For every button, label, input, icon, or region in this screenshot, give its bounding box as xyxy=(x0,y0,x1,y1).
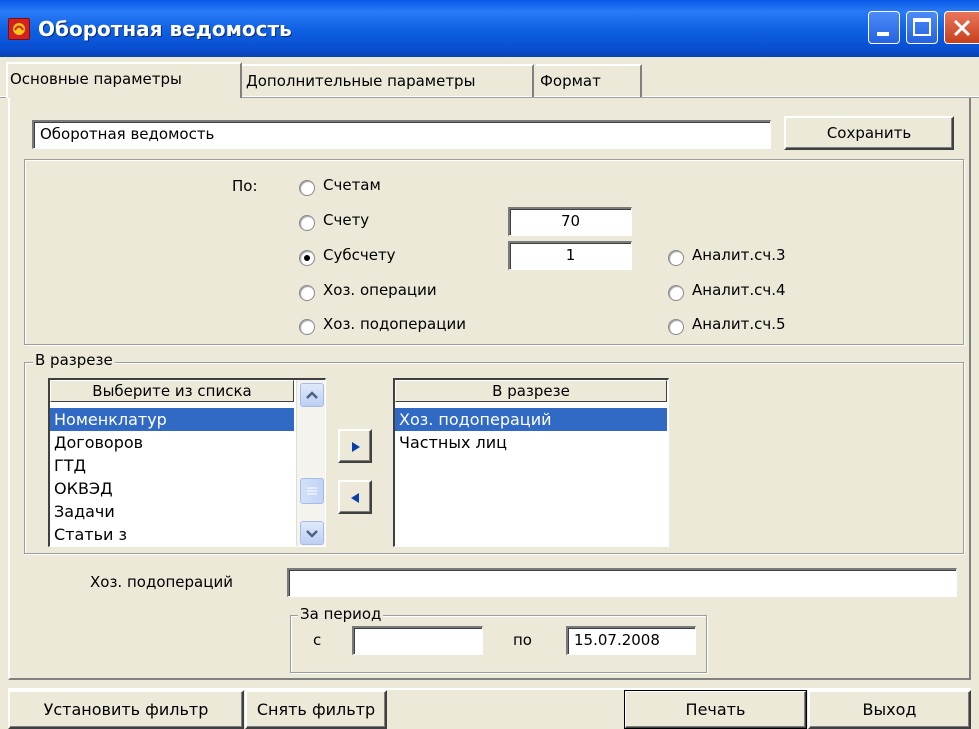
print-button[interactable]: Печать xyxy=(624,690,807,729)
exit-button[interactable]: Выход xyxy=(808,690,971,729)
list-item[interactable]: Хоз. подопераций xyxy=(395,408,667,431)
subaccount-input[interactable]: 1 xyxy=(508,241,632,270)
radio-accounts-label[interactable]: Счетам xyxy=(323,176,381,194)
available-list[interactable]: Выберите из списка Номенклатур Договоров… xyxy=(48,378,326,547)
arrow-left-icon xyxy=(351,493,359,503)
window-title: Оборотная ведомость xyxy=(38,17,292,41)
period-to-label: по xyxy=(513,631,532,649)
by-group xyxy=(24,159,964,345)
grip-icon xyxy=(307,487,317,495)
remove-from-breakdown-button[interactable] xyxy=(338,480,372,514)
tab-format[interactable]: Формат xyxy=(536,64,642,97)
period-from-label: с xyxy=(313,631,322,649)
scroll-down-button[interactable] xyxy=(300,521,324,545)
filter-input[interactable] xyxy=(287,568,957,597)
maximize-icon xyxy=(913,18,931,36)
tab-additional-params[interactable]: Дополнительные параметры xyxy=(242,64,534,97)
radio-analytic-3-label[interactable]: Аналит.сч.3 xyxy=(692,246,786,264)
list-item[interactable]: Частных лиц xyxy=(395,431,667,454)
radio-account-label[interactable]: Счету xyxy=(323,211,369,229)
list-item[interactable]: Номенклатур xyxy=(50,408,294,431)
radio-analytic-4-label[interactable]: Аналит.сч.4 xyxy=(692,281,786,299)
list-item[interactable]: ГТД xyxy=(50,454,294,477)
radio-accounts[interactable] xyxy=(299,180,315,196)
available-items: Номенклатур Договоров ГТД ОКВЭД Задачи С… xyxy=(50,408,294,546)
breakdown-list-header[interactable]: В разрезе xyxy=(395,380,667,402)
save-button[interactable]: Сохранить xyxy=(784,116,954,150)
list-item[interactable]: Задачи xyxy=(50,500,294,523)
list-item[interactable]: Статьи з xyxy=(50,523,294,546)
radio-business-operation[interactable] xyxy=(299,285,315,301)
chevron-down-icon xyxy=(306,530,318,538)
scroll-thumb[interactable] xyxy=(300,478,324,504)
radio-account[interactable] xyxy=(299,215,315,231)
account-input[interactable]: 70 xyxy=(508,207,632,236)
radio-business-suboperation[interactable] xyxy=(299,319,315,335)
radio-analytic-4[interactable] xyxy=(668,285,684,301)
list-item[interactable]: Договоров xyxy=(50,431,294,454)
clear-filter-button[interactable]: Снять фильтр xyxy=(245,690,387,729)
by-label: По: xyxy=(232,177,258,195)
chevron-up-icon xyxy=(306,391,318,399)
radio-subaccount[interactable] xyxy=(299,250,315,266)
period-to-input[interactable]: 15.07.2008 xyxy=(566,626,696,655)
period-from-input[interactable] xyxy=(352,626,483,655)
radio-subaccount-label[interactable]: Субсчету xyxy=(323,246,396,264)
add-to-breakdown-button[interactable] xyxy=(338,429,372,463)
radio-analytic-5[interactable] xyxy=(668,319,684,335)
radio-business-operation-label[interactable]: Хоз. операции xyxy=(323,281,437,299)
minimize-icon xyxy=(877,32,889,36)
radio-business-suboperation-label[interactable]: Хоз. подоперации xyxy=(323,315,466,333)
app-icon xyxy=(8,18,30,40)
close-button[interactable] xyxy=(944,11,979,44)
available-list-header[interactable]: Выберите из списка xyxy=(50,380,294,402)
maximize-button[interactable] xyxy=(906,11,938,44)
breakdown-items: Хоз. подопераций Частных лиц xyxy=(395,408,667,454)
arrow-right-icon xyxy=(352,442,360,452)
set-filter-button[interactable]: Установить фильтр xyxy=(8,690,244,729)
tab-basic-params[interactable]: Основные параметры xyxy=(6,62,242,98)
close-icon xyxy=(953,19,971,37)
radio-analytic-3[interactable] xyxy=(668,250,684,266)
minimize-button[interactable] xyxy=(868,11,900,44)
report-name-input[interactable]: Оборотная ведомость xyxy=(32,120,771,149)
scroll-up-button[interactable] xyxy=(300,383,324,407)
filter-label: Хоз. подопераций xyxy=(90,573,233,591)
period-group-label: За период xyxy=(298,605,384,623)
list-item[interactable]: ОКВЭД xyxy=(50,477,294,500)
available-scrollbar[interactable] xyxy=(296,380,325,546)
breakdown-list[interactable]: В разрезе Хоз. подопераций Частных лиц xyxy=(393,378,669,547)
radio-analytic-5-label[interactable]: Аналит.сч.5 xyxy=(692,315,786,333)
breakdown-group-label: В разрезе xyxy=(33,351,115,369)
